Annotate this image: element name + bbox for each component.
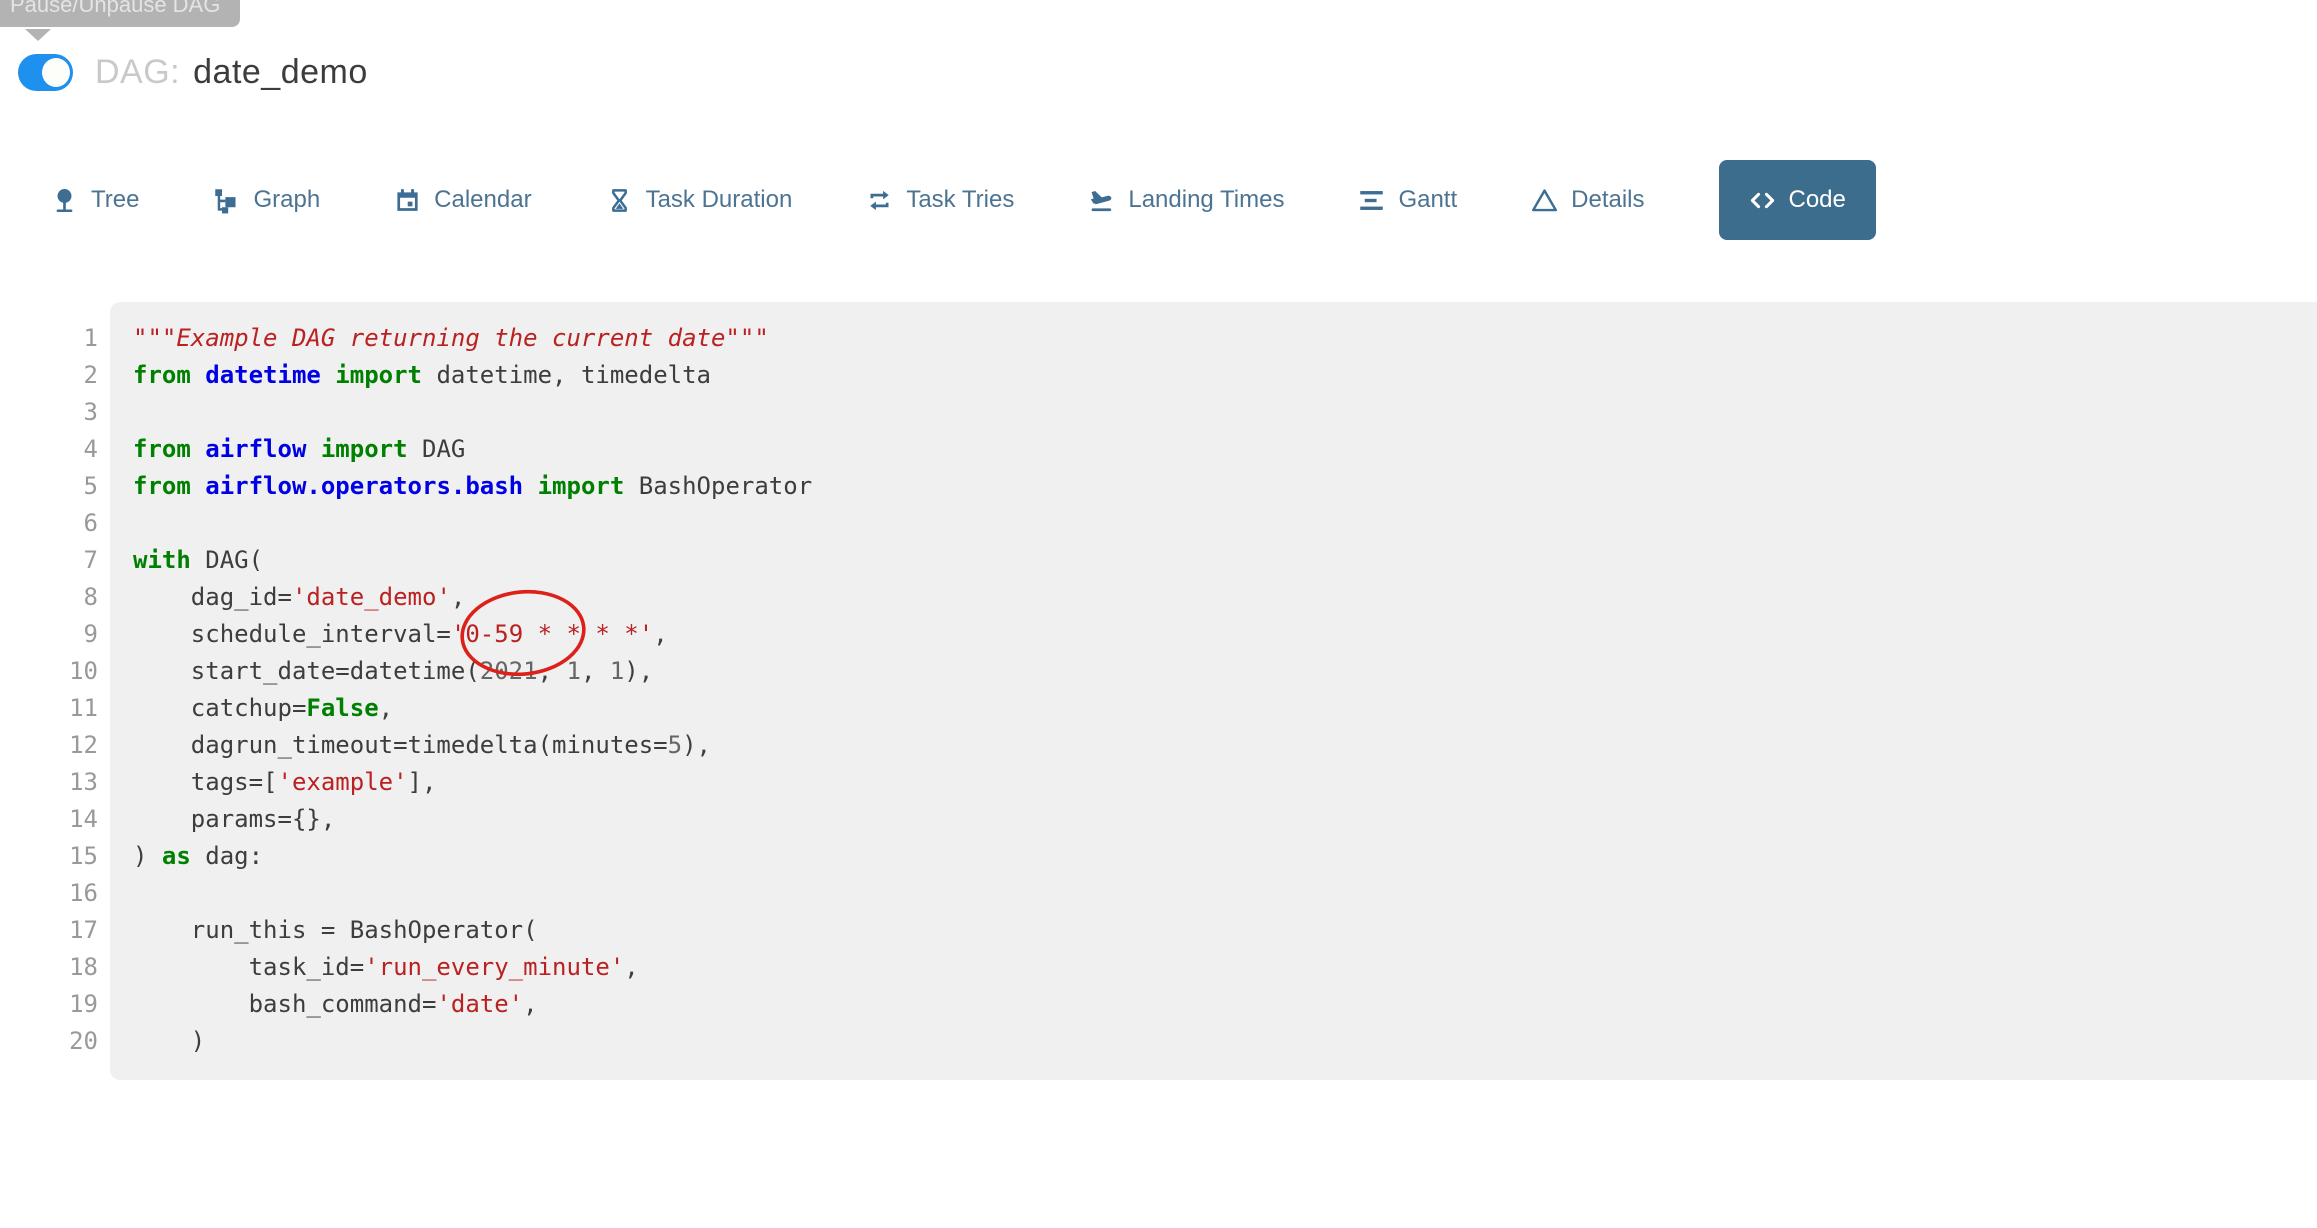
plane-landing-icon xyxy=(1088,187,1115,214)
tab-label: Graph xyxy=(253,186,320,214)
line-number: 7 xyxy=(0,542,98,579)
tab-label: Task Duration xyxy=(646,186,793,214)
code-line xyxy=(133,394,2317,431)
tab-label: Code xyxy=(1789,186,1846,214)
tab-label: Details xyxy=(1571,186,1644,214)
calendar-icon xyxy=(394,187,421,214)
line-number: 15 xyxy=(0,838,98,875)
page-title: DAG: date_demo xyxy=(95,53,368,92)
code-line: from airflow.operators.bash import BashO… xyxy=(133,468,2317,505)
pause-tooltip-text: Pause/Unpause DAG xyxy=(0,0,240,27)
code-line: """Example DAG returning the current dat… xyxy=(133,320,2317,357)
code-line xyxy=(133,875,2317,912)
line-number: 14 xyxy=(0,801,98,838)
line-number: 20 xyxy=(0,1023,98,1060)
code-line: catchup=False, xyxy=(133,690,2317,727)
line-number: 19 xyxy=(0,986,98,1023)
tab-label: Task Tries xyxy=(906,186,1014,214)
line-number: 18 xyxy=(0,949,98,986)
code-line: start_date=datetime(2021, 1, 1), xyxy=(133,653,2317,690)
line-number-gutter: 1234567891011121314151617181920 xyxy=(0,302,98,1080)
code-line: bash_command='date', xyxy=(133,986,2317,1023)
code-line: task_id='run_every_minute', xyxy=(133,949,2317,986)
code-brackets-icon xyxy=(1749,187,1776,214)
dag-header: DAG: date_demo xyxy=(18,53,368,92)
code-line: params={}, xyxy=(133,801,2317,838)
repeat-icon xyxy=(866,187,893,214)
code-line: schedule_interval='0-59 * * * *', xyxy=(133,616,2317,653)
code-line xyxy=(133,505,2317,542)
tab-tree[interactable]: Tree xyxy=(51,160,139,240)
tooltip-arrow-icon xyxy=(25,29,51,41)
line-number: 5 xyxy=(0,468,98,505)
line-number: 12 xyxy=(0,727,98,764)
line-number: 13 xyxy=(0,764,98,801)
line-number: 6 xyxy=(0,505,98,542)
hourglass-icon xyxy=(606,187,633,214)
line-number: 16 xyxy=(0,875,98,912)
line-number: 11 xyxy=(0,690,98,727)
graph-icon xyxy=(213,187,240,214)
line-number: 8 xyxy=(0,579,98,616)
tab-label: Landing Times xyxy=(1128,186,1284,214)
tab-label: Calendar xyxy=(434,186,531,214)
tab-calendar[interactable]: Calendar xyxy=(394,160,531,240)
line-number: 3 xyxy=(0,394,98,431)
code-line: dag_id='date_demo', xyxy=(133,579,2317,616)
toggle-knob-icon xyxy=(42,58,70,87)
line-number: 1 xyxy=(0,320,98,357)
code-line: run_this = BashOperator( xyxy=(133,912,2317,949)
code-line: with DAG( xyxy=(133,542,2317,579)
dag-name: date_demo xyxy=(193,53,368,92)
tab-task-tries[interactable]: Task Tries xyxy=(866,160,1014,240)
gantt-bars-icon xyxy=(1358,187,1385,214)
line-number: 4 xyxy=(0,431,98,468)
code-view: 1234567891011121314151617181920 """Examp… xyxy=(0,302,2317,1080)
code-line: ) xyxy=(133,1023,2317,1060)
code-line: from airflow import DAG xyxy=(133,431,2317,468)
tab-code[interactable]: Code xyxy=(1719,160,1876,240)
tab-label: Tree xyxy=(91,186,139,214)
tab-details[interactable]: Details xyxy=(1531,160,1644,240)
line-number: 9 xyxy=(0,616,98,653)
tab-label: Gantt xyxy=(1398,186,1457,214)
tree-icon xyxy=(51,187,78,214)
code-line: dagrun_timeout=timedelta(minutes=5), xyxy=(133,727,2317,764)
line-number: 17 xyxy=(0,912,98,949)
dag-pause-toggle[interactable] xyxy=(18,54,73,91)
dag-prefix-label: DAG: xyxy=(95,53,180,92)
airflow-dag-code-page: Pause/Unpause DAG DAG: date_demo Tree Gra… xyxy=(0,0,2317,1228)
code-line: tags=['example'], xyxy=(133,764,2317,801)
dag-view-tabs: Tree Graph Calendar Task Duration Task Tries… xyxy=(51,160,1876,240)
tab-landing-times[interactable]: Landing Times xyxy=(1088,160,1284,240)
line-number: 2 xyxy=(0,357,98,394)
warning-triangle-icon xyxy=(1531,187,1558,214)
code-line: ) as dag: xyxy=(133,838,2317,875)
tab-graph[interactable]: Graph xyxy=(213,160,320,240)
code-block: """Example DAG returning the current dat… xyxy=(110,302,2317,1080)
line-number: 10 xyxy=(0,653,98,690)
code-line: from datetime import datetime, timedelta xyxy=(133,357,2317,394)
tab-gantt[interactable]: Gantt xyxy=(1358,160,1457,240)
tab-task-duration[interactable]: Task Duration xyxy=(606,160,793,240)
